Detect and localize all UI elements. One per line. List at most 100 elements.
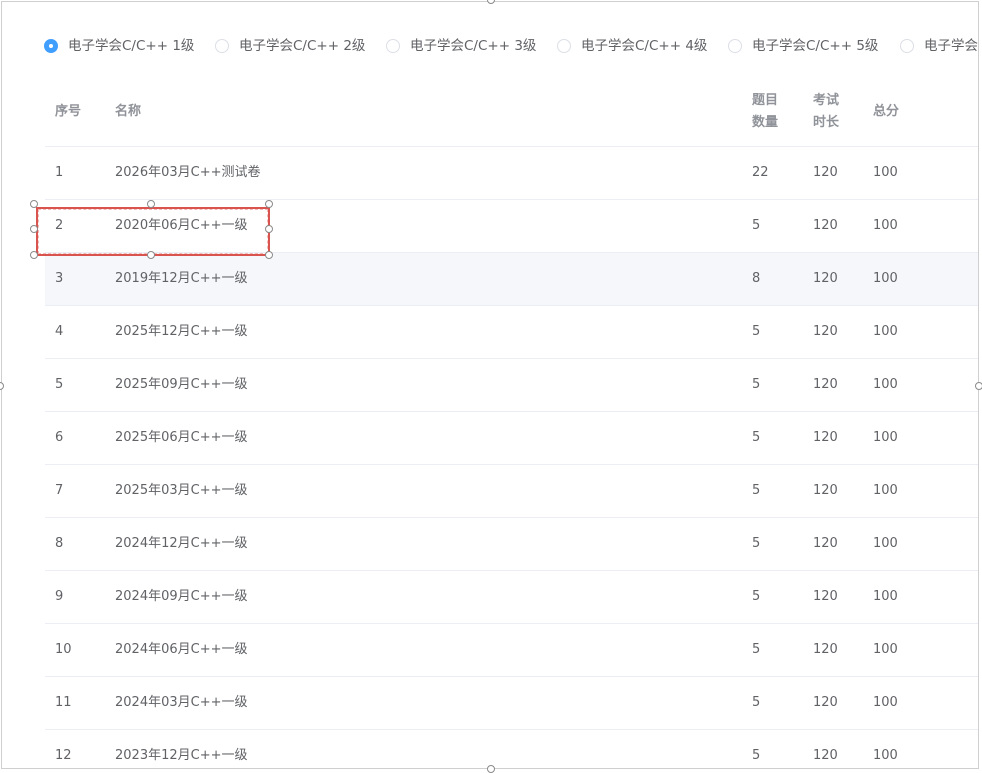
cell-index: 5 xyxy=(55,377,64,392)
cell-score: 100 xyxy=(873,430,898,445)
header-question-count-line2: 数量 xyxy=(752,115,779,130)
radio-level-5[interactable]: 电子学会C/C++ 5级 xyxy=(728,38,878,54)
cell-duration: 120 xyxy=(813,642,838,657)
table-row[interactable]: 1 2026年03月C++测试卷 22 120 100 xyxy=(45,147,978,200)
radio-level-1[interactable]: 电子学会C/C++ 1级 xyxy=(44,38,194,54)
cell-score: 100 xyxy=(873,748,898,763)
selection-handle-right[interactable] xyxy=(265,225,273,233)
radio-level-2[interactable]: 电子学会C/C++ 2级 xyxy=(215,38,365,54)
radio-unchecked-icon xyxy=(386,39,400,53)
cell-question-count: 5 xyxy=(752,536,761,551)
radio-label: 电子学会C/C++ 5级 xyxy=(752,38,879,54)
cell-index: 4 xyxy=(55,324,64,339)
table-row[interactable]: 4 2025年12月C++一级 5 120 100 xyxy=(45,306,978,359)
frame-resize-handle-right[interactable] xyxy=(975,382,982,390)
cell-duration: 120 xyxy=(813,377,838,392)
radio-label: 电子学会C xyxy=(924,38,978,54)
cell-duration: 120 xyxy=(813,536,838,551)
cell-question-count: 5 xyxy=(752,377,761,392)
radio-label: 电子学会C/C++ 3级 xyxy=(410,38,537,54)
selection-handle-top-left[interactable] xyxy=(30,200,38,208)
selection-handle-top[interactable] xyxy=(147,200,155,208)
cell-index: 3 xyxy=(55,271,64,286)
table-row[interactable]: 2 2020年06月C++一级 5 120 100 xyxy=(45,200,978,253)
cell-name[interactable]: 2024年12月C++一级 xyxy=(115,518,248,570)
header-index: 序号 xyxy=(55,104,82,119)
cell-duration: 120 xyxy=(813,589,838,604)
cell-question-count: 5 xyxy=(752,748,761,763)
cell-question-count: 5 xyxy=(752,695,761,710)
cell-name[interactable]: 2020年06月C++一级 xyxy=(115,200,248,252)
cell-name[interactable]: 2024年06月C++一级 xyxy=(115,624,248,676)
cell-index: 2 xyxy=(55,218,64,233)
cell-duration: 120 xyxy=(813,695,838,710)
cell-score: 100 xyxy=(873,271,898,286)
radio-level-4[interactable]: 电子学会C/C++ 4级 xyxy=(557,38,707,54)
table-row[interactable]: 5 2025年09月C++一级 5 120 100 xyxy=(45,359,978,412)
cell-score: 100 xyxy=(873,377,898,392)
radio-unchecked-icon xyxy=(215,39,229,53)
cell-score: 100 xyxy=(873,165,898,180)
table-row[interactable]: 9 2024年09月C++一级 5 120 100 xyxy=(45,571,978,624)
table-row-hovered[interactable]: 3 2019年12月C++一级 8 120 100 xyxy=(45,253,978,306)
cell-index: 8 xyxy=(55,536,64,551)
table-row[interactable]: 12 2023年12月C++一级 5 120 100 xyxy=(45,730,978,768)
cell-duration: 120 xyxy=(813,271,838,286)
radio-label: 电子学会C/C++ 4级 xyxy=(581,38,708,54)
radio-label: 电子学会C/C++ 2级 xyxy=(239,38,366,54)
radio-unchecked-icon xyxy=(557,39,571,53)
cell-duration: 120 xyxy=(813,165,838,180)
cell-index: 9 xyxy=(55,589,64,604)
header-duration-line2: 时长 xyxy=(813,115,840,130)
cell-duration: 120 xyxy=(813,748,838,763)
selection-handle-bottom-right[interactable] xyxy=(265,251,273,259)
cell-question-count: 22 xyxy=(752,165,769,180)
selection-handle-top-right[interactable] xyxy=(265,200,273,208)
cell-name[interactable]: 2024年09月C++一级 xyxy=(115,571,248,623)
cell-duration: 120 xyxy=(813,430,838,445)
header-duration: 考试 时长 xyxy=(813,90,839,134)
cell-name[interactable]: 2025年09月C++一级 xyxy=(115,359,248,411)
cell-question-count: 5 xyxy=(752,324,761,339)
cell-name[interactable]: 2023年12月C++一级 xyxy=(115,730,248,768)
cell-question-count: 8 xyxy=(752,271,761,286)
cell-score: 100 xyxy=(873,324,898,339)
header-name: 名称 xyxy=(115,104,142,119)
cell-duration: 120 xyxy=(813,324,838,339)
content-frame: 电子学会C/C++ 1级 电子学会C/C++ 2级 电子学会C/C++ 3级 电… xyxy=(1,1,979,769)
table-row[interactable]: 6 2025年06月C++一级 5 120 100 xyxy=(45,412,978,465)
cell-score: 100 xyxy=(873,218,898,233)
radio-unchecked-icon xyxy=(728,39,742,53)
cell-score: 100 xyxy=(873,642,898,657)
cell-index: 12 xyxy=(55,748,72,763)
exam-table: 序号 名称 题目 数量 考试 时长 总分 1 2026年03月C++测试卷 22… xyxy=(45,80,978,768)
table-row[interactable]: 11 2024年03月C++一级 5 120 100 xyxy=(45,677,978,730)
selection-handle-left[interactable] xyxy=(30,225,38,233)
cell-name[interactable]: 2024年03月C++一级 xyxy=(115,677,248,729)
radio-unchecked-icon xyxy=(900,39,914,53)
selection-handle-bottom[interactable] xyxy=(147,251,155,259)
cell-index: 1 xyxy=(55,165,64,180)
cell-question-count: 5 xyxy=(752,483,761,498)
cell-duration: 120 xyxy=(813,483,838,498)
table-row[interactable]: 10 2024年06月C++一级 5 120 100 xyxy=(45,624,978,677)
radio-checked-icon xyxy=(44,39,58,53)
radio-label: 电子学会C/C++ 1级 xyxy=(68,38,195,54)
radio-level-3[interactable]: 电子学会C/C++ 3级 xyxy=(386,38,536,54)
cell-name[interactable]: 2025年12月C++一级 xyxy=(115,306,248,358)
cell-question-count: 5 xyxy=(752,589,761,604)
cell-name[interactable]: 2025年06月C++一级 xyxy=(115,412,248,464)
cell-name[interactable]: 2025年03月C++一级 xyxy=(115,465,248,517)
selection-handle-bottom-left[interactable] xyxy=(30,251,38,259)
cell-question-count: 5 xyxy=(752,642,761,657)
header-total-score: 总分 xyxy=(873,104,900,119)
cell-index: 10 xyxy=(55,642,72,657)
table-row[interactable]: 8 2024年12月C++一级 5 120 100 xyxy=(45,518,978,571)
cell-question-count: 5 xyxy=(752,218,761,233)
table-header: 序号 名称 题目 数量 考试 时长 总分 xyxy=(45,80,978,147)
cell-name[interactable]: 2026年03月C++测试卷 xyxy=(115,147,261,199)
cell-name[interactable]: 2019年12月C++一级 xyxy=(115,253,248,305)
radio-level-6[interactable]: 电子学会C xyxy=(900,38,978,54)
table-row[interactable]: 7 2025年03月C++一级 5 120 100 xyxy=(45,465,978,518)
cell-score: 100 xyxy=(873,483,898,498)
